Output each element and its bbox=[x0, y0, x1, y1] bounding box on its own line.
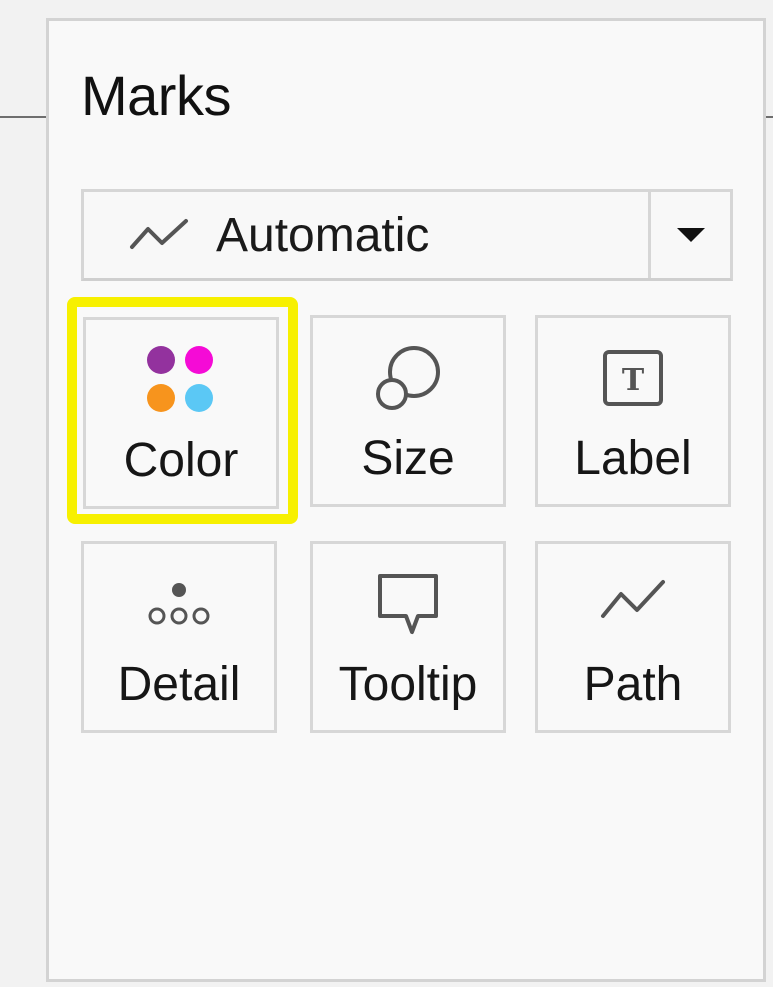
tooltip-card-label: Tooltip bbox=[338, 658, 478, 711]
mark-type-dropdown[interactable]: Automatic bbox=[81, 189, 733, 281]
text-label-icon: T bbox=[603, 350, 663, 406]
path-line-icon bbox=[601, 580, 665, 618]
size-card[interactable]: Size bbox=[310, 315, 506, 507]
size-card-label: Size bbox=[361, 432, 455, 485]
path-card[interactable]: Path bbox=[535, 541, 731, 733]
detail-card[interactable]: Detail bbox=[81, 541, 277, 733]
dropdown-toggle[interactable] bbox=[648, 192, 730, 278]
marks-panel: Marks Automatic Color Size T Label Detai… bbox=[46, 18, 766, 982]
line-chart-icon bbox=[130, 219, 188, 249]
label-card[interactable]: T Label bbox=[535, 315, 731, 507]
color-card[interactable]: Color bbox=[83, 317, 279, 509]
detail-card-label: Detail bbox=[117, 658, 241, 711]
chevron-down-icon bbox=[676, 228, 705, 242]
detail-dots-icon bbox=[148, 583, 210, 625]
size-circles-icon bbox=[376, 346, 440, 410]
path-card-label: Path bbox=[583, 658, 683, 711]
screenshot-stage: Marks Automatic Color Size T Label Detai… bbox=[0, 0, 773, 987]
tooltip-card[interactable]: Tooltip bbox=[310, 541, 506, 733]
svg-text:T: T bbox=[622, 363, 645, 398]
color-dots-icon bbox=[147, 346, 213, 412]
panel-title: Marks bbox=[81, 64, 231, 127]
mark-type-selected: Automatic bbox=[216, 208, 430, 262]
divider-left bbox=[0, 116, 48, 118]
label-card-label: Label bbox=[574, 432, 692, 485]
divider-right bbox=[766, 116, 773, 118]
speech-bubble-icon bbox=[378, 574, 438, 634]
color-card-label: Color bbox=[123, 434, 239, 487]
